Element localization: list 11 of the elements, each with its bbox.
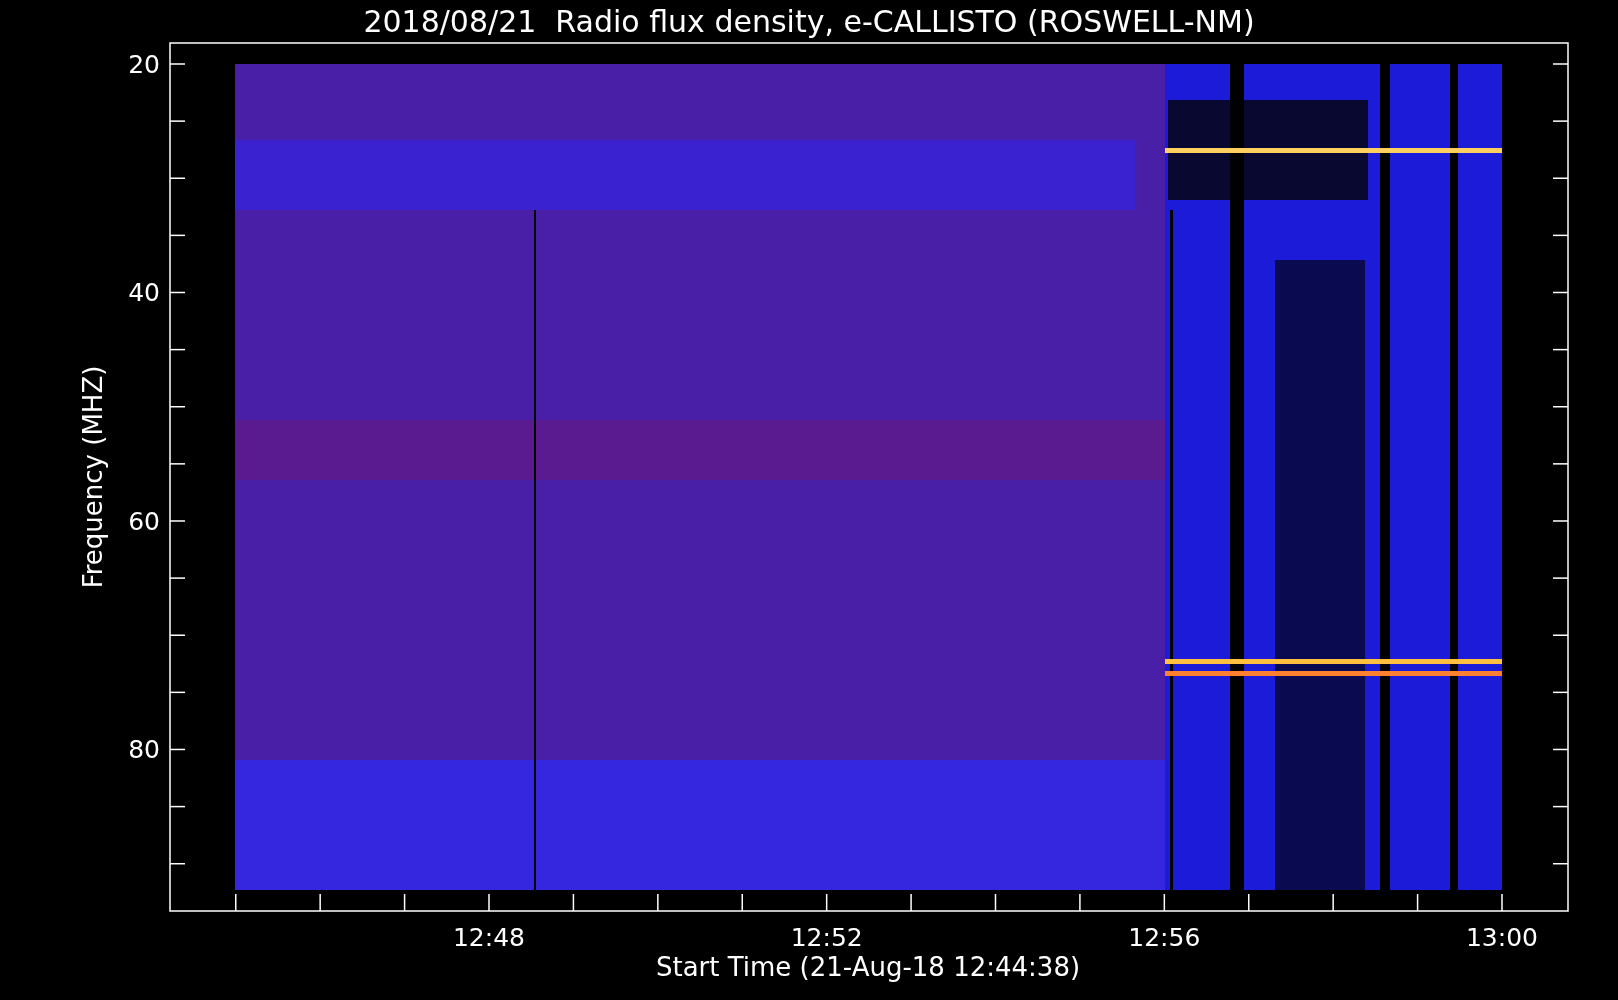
x-axis-label: Start Time (21-Aug-18 12:44:38) [655, 952, 1081, 982]
x-tick-label: 13:00 [1466, 923, 1538, 952]
y-tick-label: 40 [128, 278, 160, 308]
y-tick-label: 60 [128, 507, 160, 536]
x-tick-label: 12:48 [453, 923, 525, 952]
y-tick-label: 80 [128, 735, 160, 765]
x-tick-label: 12:52 [790, 923, 863, 952]
y-axis-label: Frequency (MHZ) [78, 365, 108, 589]
x-tick-label: 12:56 [1128, 923, 1201, 952]
y-tick-label: 20 [128, 50, 160, 79]
chart-title: 2018/08/21 Radio flux density, e-CALLISTO (ROSWELL-NM) [363, 4, 1255, 39]
